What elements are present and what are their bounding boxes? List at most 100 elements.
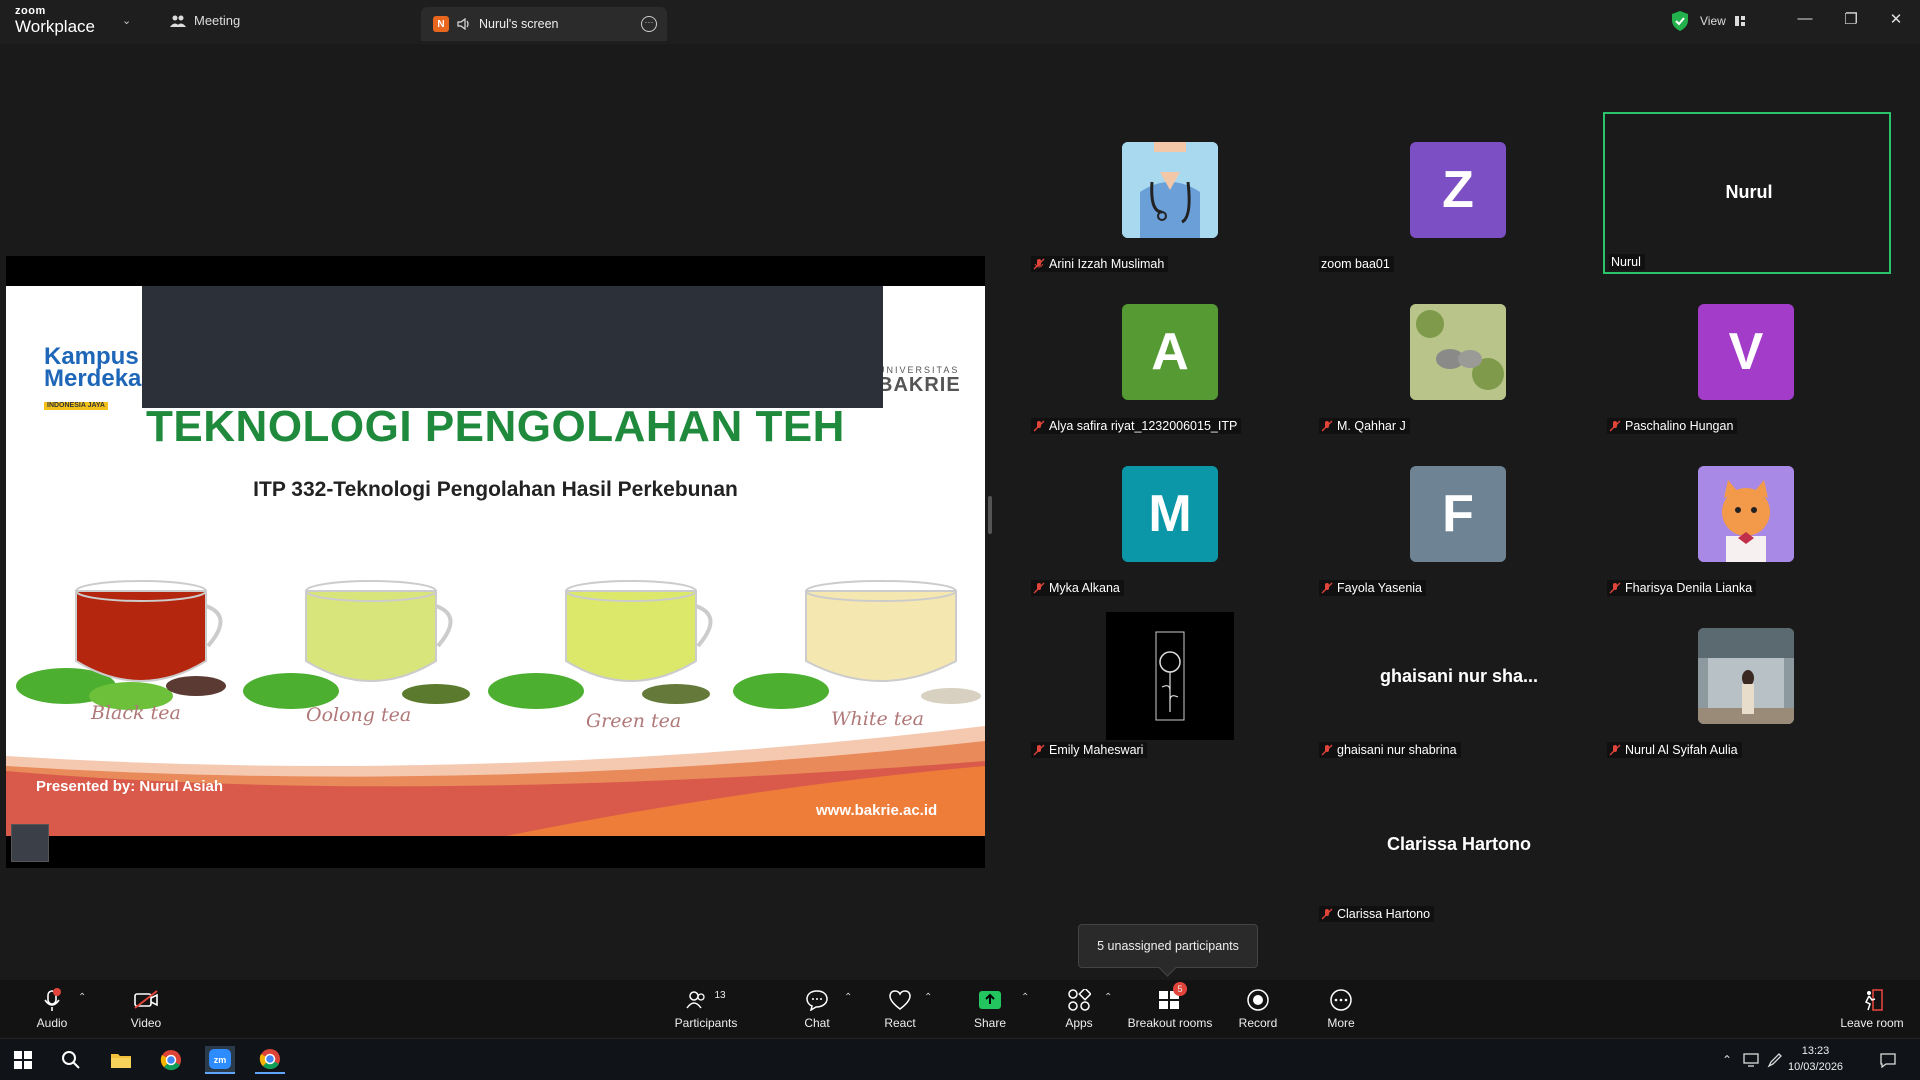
- mic-muted-icon: [1609, 744, 1621, 756]
- network-icon[interactable]: [1740, 1046, 1762, 1074]
- participant-tile[interactable]: Fharisya Denila Lianka: [1603, 436, 1891, 598]
- share-options-caret[interactable]: ⌃: [1021, 992, 1029, 1003]
- clock-date: 10/03/2026: [1788, 1061, 1844, 1073]
- participant-name: Myka Alkana: [1031, 580, 1124, 596]
- pen-icon[interactable]: [1764, 1046, 1786, 1074]
- video-button[interactable]: Video: [124, 980, 168, 1038]
- redacted-area: [142, 286, 883, 408]
- participant-tile[interactable]: V Paschalino Hungan: [1603, 274, 1891, 436]
- participant-name-text: ghaisani nur shabrina: [1337, 743, 1457, 757]
- shield-icon[interactable]: [1670, 10, 1690, 32]
- resize-handle[interactable]: [988, 496, 992, 534]
- file-explorer-icon[interactable]: [106, 1046, 136, 1074]
- tea-label-black: Black tea: [91, 702, 181, 724]
- participant-tile[interactable]: M. Qahhar J: [1315, 274, 1603, 436]
- chrome-icon[interactable]: [156, 1046, 186, 1074]
- mic-muted-icon: [1609, 582, 1621, 594]
- breakout-badge: 5: [1173, 982, 1187, 996]
- active-speaker-tile[interactable]: Nurul Nurul: [1603, 112, 1891, 274]
- participant-tile[interactable]: Nurul Al Syifah Aulia: [1603, 598, 1891, 760]
- apps-button[interactable]: Apps: [1057, 980, 1101, 1038]
- zoom-taskbar-icon[interactable]: zm: [205, 1046, 235, 1074]
- record-button[interactable]: Record: [1236, 980, 1280, 1038]
- minimize-icon[interactable]: —: [1795, 10, 1815, 27]
- audio-button[interactable]: Audio: [30, 980, 74, 1038]
- tab-shared-screen[interactable]: N Nurul's screen ···: [421, 7, 667, 41]
- chrome-profile-icon[interactable]: [255, 1046, 285, 1074]
- chevron-up-icon[interactable]: ⌃: [1717, 1046, 1737, 1074]
- participant-letter-avatar: V: [1698, 304, 1794, 400]
- search-icon[interactable]: [56, 1046, 86, 1074]
- clock-time: 13:23: [1801, 1045, 1830, 1057]
- participant-letter-avatar: Z: [1410, 142, 1506, 238]
- react-options-caret[interactable]: ⌃: [924, 992, 932, 1003]
- participant-tile[interactable]: F Fayola Yasenia: [1315, 436, 1603, 598]
- participant-tile[interactable]: Arini Izzah Muslimah: [1027, 112, 1315, 274]
- notifications-icon[interactable]: [1873, 1046, 1903, 1074]
- participant-name-text: Clarissa Hartono: [1337, 907, 1431, 921]
- restore-icon[interactable]: ❐: [1841, 10, 1861, 28]
- slide-title: TEKNOLOGI PENGOLAHAN TEH: [146, 402, 845, 451]
- microphone-icon: [44, 988, 61, 1011]
- share-screen-icon: [979, 991, 1001, 1009]
- chat-button[interactable]: Chat: [795, 980, 839, 1038]
- more-icon: [1330, 989, 1352, 1011]
- participant-tile[interactable]: M Myka Alkana: [1027, 436, 1315, 598]
- leave-room-icon: [1864, 989, 1883, 1011]
- black-tea-cup: [16, 580, 226, 710]
- audio-label: Audio: [36, 1016, 68, 1030]
- mic-muted-icon: [1321, 420, 1333, 432]
- react-button[interactable]: React: [878, 980, 922, 1038]
- mic-muted-icon: [1033, 582, 1045, 594]
- more-button[interactable]: More: [1319, 980, 1363, 1038]
- photo-avatar: [1698, 628, 1794, 724]
- shared-screen[interactable]: Kampus Merdeka INDONESIA JAYA UNIVERSITA…: [6, 256, 985, 868]
- slide-website: www.bakrie.ac.id: [816, 802, 938, 819]
- share-button[interactable]: Share: [968, 980, 1012, 1038]
- tab-screen-label: Nurul's screen: [479, 17, 559, 31]
- apps-label: Apps: [1065, 1016, 1093, 1030]
- system-clock[interactable]: 13:23 10/03/2026: [1788, 1043, 1843, 1075]
- participant-tile[interactable]: A Alya safira riyat_1232006015_ITP: [1027, 274, 1315, 436]
- tea-cups-illustration: [16, 580, 981, 710]
- brand-bottom: Workplace: [15, 17, 95, 36]
- presenter-badge: N: [433, 16, 449, 32]
- chat-options-caret[interactable]: ⌃: [844, 992, 852, 1003]
- participant-display-name: Clarissa Hartono: [1386, 834, 1532, 854]
- apps-options-caret[interactable]: ⌃: [1104, 992, 1112, 1003]
- participant-display-name: Nurul: [1725, 182, 1773, 202]
- heart-icon: [889, 990, 911, 1010]
- record-label: Record: [1238, 1016, 1278, 1030]
- close-icon[interactable]: ✕: [1886, 10, 1906, 28]
- chevron-down-icon[interactable]: ⌄: [122, 14, 131, 27]
- title-bar: zoom Workplace ⌄ Meeting N Nurul's scree…: [0, 0, 1920, 44]
- participant-name-text: Nurul Al Syifah Aulia: [1625, 743, 1738, 757]
- unassigned-participants-tooltip: 5 unassigned participants: [1078, 924, 1258, 968]
- zoom-logo[interactable]: zoom Workplace: [15, 6, 95, 36]
- tab-meeting[interactable]: Meeting: [170, 13, 240, 28]
- participant-name-text: Fharisya Denila Lianka: [1625, 581, 1753, 595]
- more-options-icon[interactable]: ···: [641, 16, 657, 32]
- participant-name-text: Alya safira riyat_1232006015_ITP: [1049, 419, 1238, 433]
- green-tea-cup: [488, 580, 713, 709]
- participant-tile[interactable]: ghaisani nur sha... ghaisani nur shabrin…: [1315, 598, 1603, 760]
- participant-name: Paschalino Hungan: [1607, 418, 1738, 434]
- breakout-rooms-button[interactable]: 5 Breakout rooms: [1125, 980, 1215, 1038]
- apps-icon: [1068, 989, 1091, 1011]
- participant-tile[interactable]: Clarissa Hartono Clarissa Hartono: [1315, 804, 1603, 924]
- participant-name-text: Emily Maheswari: [1049, 743, 1144, 757]
- audio-options-caret[interactable]: ⌃: [78, 992, 86, 1003]
- slide-subtitle: ITP 332-Teknologi Pengolahan Hasil Perke…: [253, 478, 738, 501]
- participant-tile[interactable]: Emily Maheswari: [1027, 598, 1315, 760]
- leave-room-button[interactable]: Leave room: [1836, 980, 1908, 1038]
- windows-start-icon[interactable]: [8, 1046, 38, 1074]
- participant-tile[interactable]: Z zoom baa01: [1315, 112, 1603, 274]
- participant-name: Fharisya Denila Lianka: [1607, 580, 1757, 596]
- participant-name-text: Arini Izzah Muslimah: [1049, 257, 1165, 271]
- self-view-thumbnail[interactable]: [11, 824, 49, 862]
- participant-name-text: Paschalino Hungan: [1625, 419, 1734, 433]
- view-button[interactable]: View: [1700, 10, 1746, 32]
- participants-button[interactable]: 13 Participants: [670, 980, 742, 1038]
- participant-name: Alya safira riyat_1232006015_ITP: [1031, 418, 1242, 434]
- speaker-icon: [457, 18, 469, 30]
